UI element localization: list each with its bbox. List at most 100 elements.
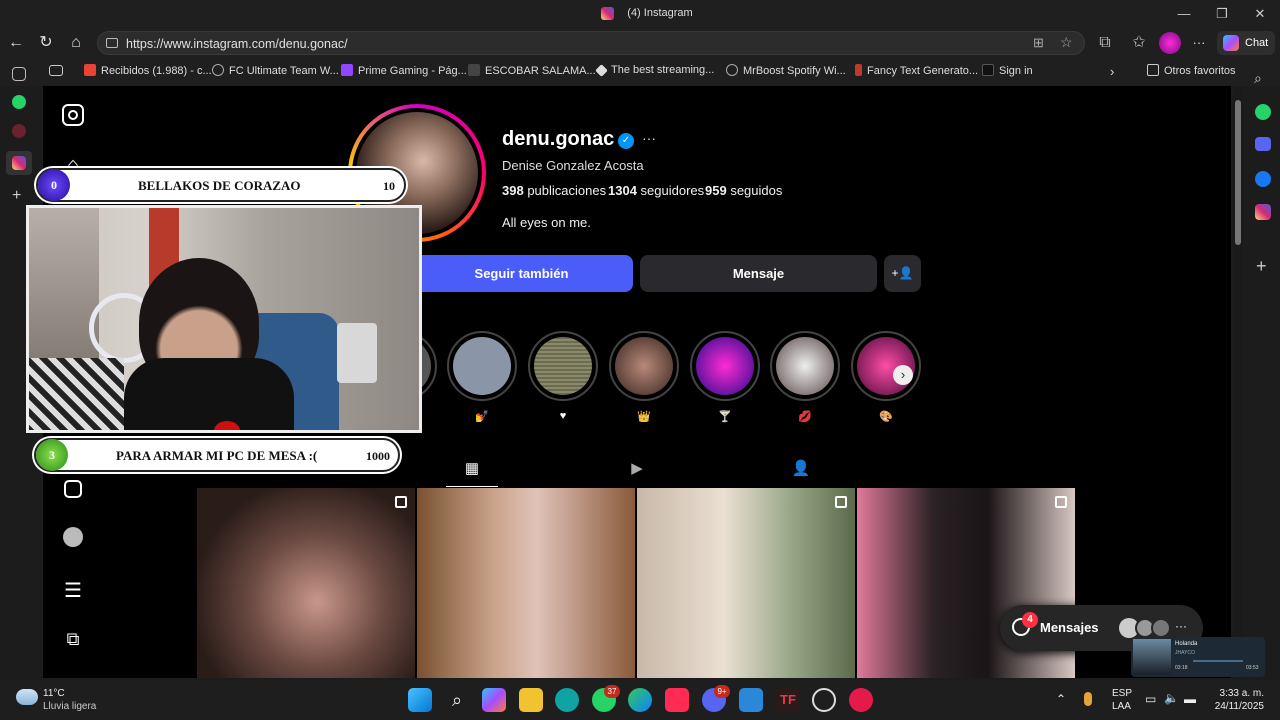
highlights-next-icon[interactable]: › [893, 365, 913, 385]
clock-date[interactable]: 24/11/2025 [1210, 701, 1264, 712]
other-favorites-folder[interactable]: Otros favoritos [1147, 64, 1236, 77]
bookmark-item[interactable]: ESCOBAR SALAMA... [468, 64, 596, 77]
bookmarks-overflow-icon[interactable]: › [1110, 64, 1114, 79]
menu-nav-icon[interactable]: ☰ [62, 580, 84, 602]
settings-menu-icon[interactable]: ··· [1188, 32, 1210, 54]
total-time: 03:53 [1246, 665, 1259, 671]
follow-back-button[interactable]: Seguir también [410, 255, 633, 292]
posts-grid-tab-icon[interactable]: ▦ [462, 459, 482, 479]
weather-icon[interactable] [16, 689, 38, 705]
clock-time[interactable]: 3:33 a. m. [1210, 688, 1264, 699]
start-icon[interactable] [408, 688, 432, 712]
profile-avatar[interactable] [1159, 32, 1181, 54]
message-button[interactable]: Mensaje [640, 255, 877, 292]
extensions-icon[interactable]: ⧉ [1094, 32, 1116, 54]
highlight-label: 👑 [637, 411, 651, 423]
streamer-body [124, 358, 294, 430]
more-apps-nav-icon[interactable]: ⧉ [62, 628, 84, 650]
add-sidebar-app-icon[interactable]: + [1256, 256, 1267, 277]
tf-taskbar-icon[interactable]: TF [776, 688, 800, 712]
discord-sidebar-icon[interactable] [1255, 137, 1271, 151]
address-bar[interactable]: https://www.instagram.com/denu.gonac/ ⊞ … [97, 31, 1085, 55]
edge-taskbar-icon[interactable] [628, 688, 652, 712]
edge-right-sidebar: + [1246, 86, 1280, 682]
notepad-taskbar-icon[interactable] [739, 688, 763, 712]
bookmark-item[interactable]: FC Ultimate Team W... [212, 64, 339, 77]
keyboard-layout[interactable]: LAA [1112, 701, 1131, 712]
reels-tab-icon[interactable]: ▶ [627, 459, 647, 479]
refresh-icon[interactable]: ↻ [35, 32, 57, 54]
story-highlight[interactable] [447, 331, 517, 401]
tab-actions-icon[interactable] [12, 67, 26, 81]
media-taskbar-icon[interactable] [849, 688, 873, 712]
story-highlight[interactable] [528, 331, 598, 401]
bookmark-item[interactable]: Prime Gaming - Pág... [341, 64, 467, 77]
more-conversations-icon[interactable]: ··· [1175, 619, 1187, 633]
bookmark-item[interactable]: Fancy Text Generato... [855, 64, 978, 77]
facebook-sidebar-icon[interactable] [1255, 171, 1271, 187]
obs-taskbar-icon[interactable] [812, 688, 836, 712]
dashboard-nav-icon[interactable] [64, 480, 82, 498]
profile-full-name: Denise Gonzalez Acosta [502, 158, 644, 173]
story-highlight[interactable] [609, 331, 679, 401]
microphone-icon[interactable] [1084, 692, 1092, 706]
minimize-button[interactable]: — [1169, 4, 1199, 24]
followers-count: 1304 [608, 183, 637, 198]
favorites-icon[interactable]: ✩ [1128, 32, 1150, 54]
volume-icon[interactable]: 🔈 [1164, 691, 1179, 705]
battery-icon[interactable]: ▬ [1184, 692, 1196, 706]
media-player-widget[interactable]: Holanda JHAYCO 03:18 03:53 [1131, 637, 1265, 677]
discord-badge: 9+ [714, 685, 730, 698]
post-thumbnail[interactable] [637, 488, 855, 678]
tagged-tab-icon[interactable]: 👤 [791, 459, 811, 479]
suggest-user-icon[interactable]: +👤 [884, 255, 921, 292]
pinned-tab-icon[interactable] [12, 124, 26, 138]
search-icon[interactable]: ⌕ [445, 688, 469, 712]
bookmark-item[interactable]: Recibidos (1.988) - c... [84, 64, 212, 77]
story-highlight[interactable] [690, 331, 760, 401]
copilot-chat-button[interactable]: Chat [1217, 31, 1275, 55]
followers-stat[interactable]: 1304 seguidores [608, 183, 704, 198]
instagram-tab[interactable] [6, 151, 32, 175]
bookmark-item[interactable]: MrBoost Spotify Wi... [726, 64, 846, 77]
home-icon[interactable]: ⌂ [65, 32, 87, 54]
whatsapp-tab-icon[interactable] [12, 95, 26, 109]
post-thumbnail[interactable] [197, 488, 415, 678]
back-icon[interactable]: ← [5, 32, 27, 54]
profile-options-icon[interactable]: ··· [642, 130, 656, 146]
new-tab-icon[interactable]: + [12, 187, 21, 205]
favorite-star-icon[interactable]: ☆ [1060, 34, 1073, 51]
site-info-icon[interactable] [106, 38, 118, 48]
bookmark-item[interactable]: The best streaming... [595, 64, 714, 77]
sidebar-search-icon[interactable]: ⌕ [1254, 70, 1262, 87]
profile-nav-avatar[interactable] [63, 527, 83, 547]
scrollbar-thumb[interactable] [1235, 100, 1241, 245]
app-available-icon[interactable]: ⊞ [1033, 35, 1044, 51]
posts-count: 398 [502, 183, 524, 198]
url-text[interactable]: https://www.instagram.com/denu.gonac/ [126, 37, 348, 51]
network-icon[interactable]: ▭ [1145, 692, 1156, 706]
whatsapp-sidebar-icon[interactable] [1255, 104, 1271, 120]
tiktok-taskbar-icon[interactable] [665, 688, 689, 712]
close-button[interactable]: ✕ [1245, 4, 1275, 24]
progress-bar[interactable] [1193, 660, 1243, 662]
bookmark-item[interactable]: Sign in [982, 64, 1033, 77]
desk-pattern [29, 358, 124, 430]
input-language[interactable]: ESP [1112, 688, 1132, 699]
file-explorer-icon[interactable] [519, 688, 543, 712]
app-icon[interactable] [555, 688, 579, 712]
collections-icon[interactable] [49, 65, 63, 76]
goal-bar-top: 0 BELLAKOS DE CORAZAO 10 [36, 168, 406, 202]
weather-desc[interactable]: Lluvia ligera [43, 701, 96, 712]
story-highlight[interactable] [851, 331, 921, 401]
copilot-taskbar-icon[interactable] [482, 688, 506, 712]
maximize-button[interactable]: ❐ [1207, 4, 1237, 24]
instagram-sidebar-icon[interactable] [1255, 204, 1271, 220]
instagram-logo-icon[interactable] [62, 104, 84, 126]
weather-temp[interactable]: 11°C [43, 688, 65, 699]
post-thumbnail[interactable] [417, 488, 635, 678]
story-highlight[interactable] [770, 331, 840, 401]
folder-icon [1147, 64, 1159, 76]
tray-overflow-icon[interactable]: ⌃ [1056, 692, 1066, 706]
following-stat[interactable]: 959 seguidos [705, 183, 782, 198]
